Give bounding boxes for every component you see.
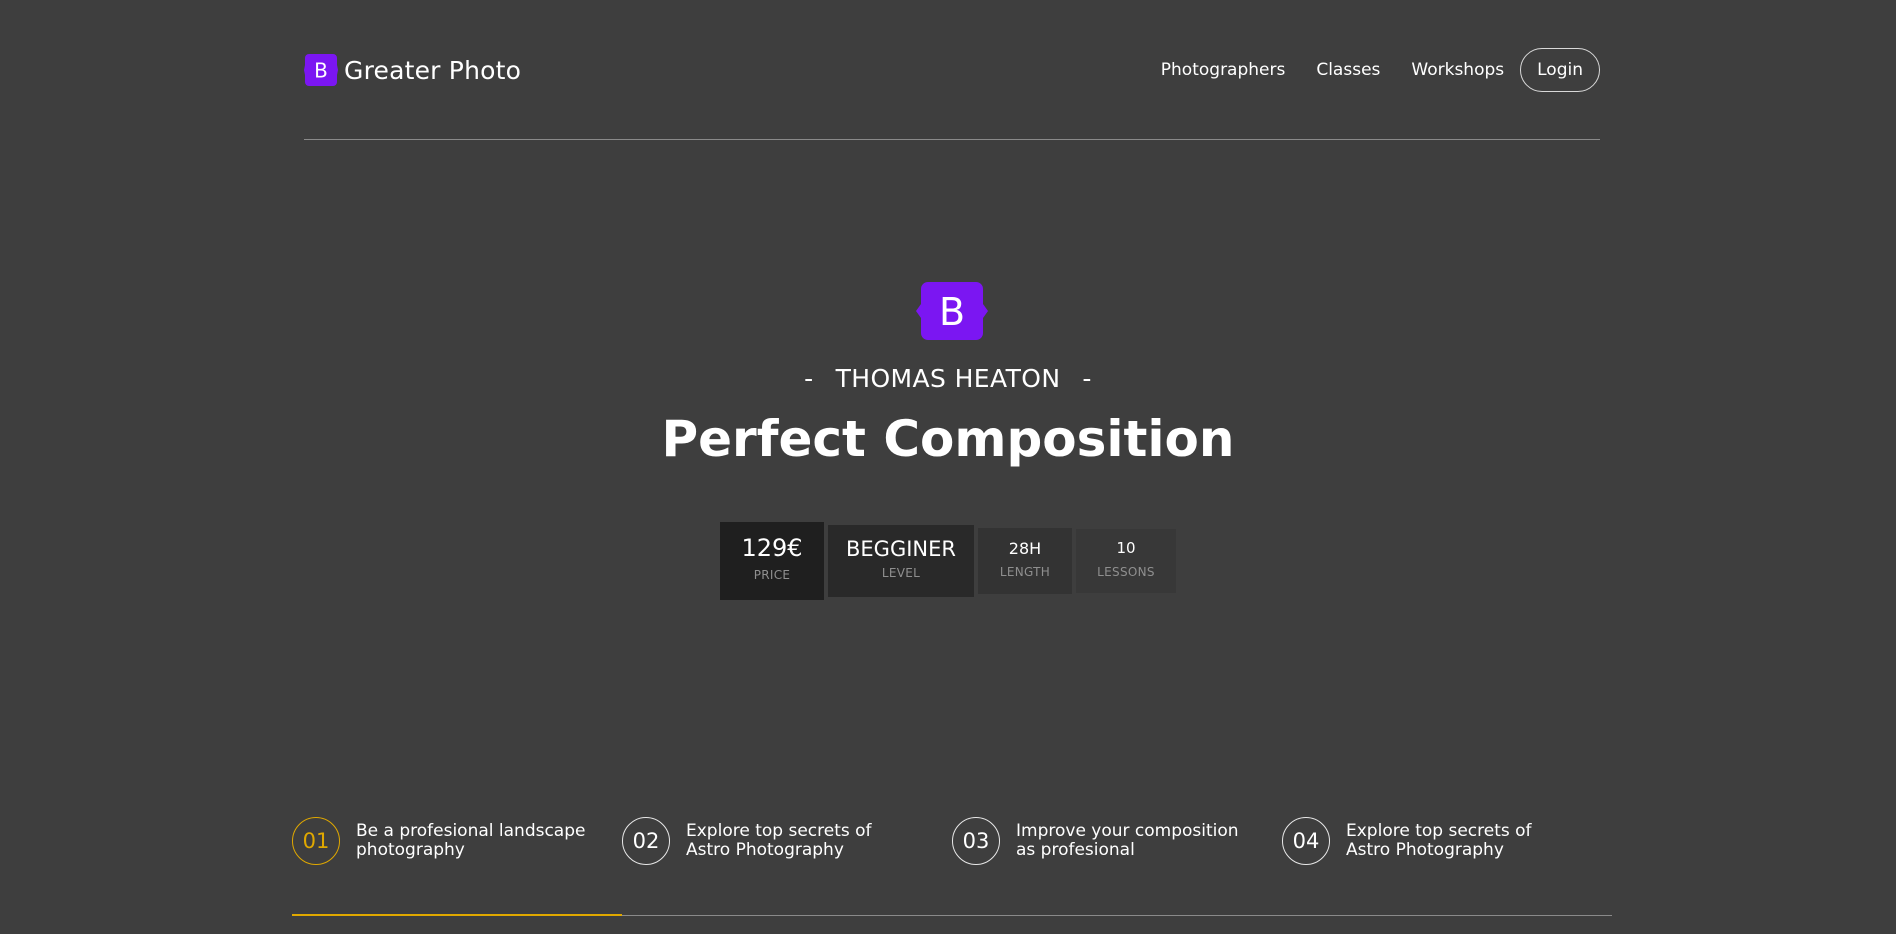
- nav-link-classes[interactable]: Classes: [1316, 60, 1380, 80]
- stat-length: 28H LENGTH: [978, 528, 1072, 594]
- step-number: 01: [292, 817, 340, 865]
- step-item-04[interactable]: 04 Explore top secrets of Astro Photogra…: [1282, 817, 1576, 865]
- author-line: - THOMAS HEATON -: [0, 364, 1896, 393]
- nav-link-workshops[interactable]: Workshops: [1411, 60, 1504, 80]
- step-item-03[interactable]: 03 Improve your composition as profesion…: [952, 817, 1246, 865]
- step-text: Explore top secrets of Astro Photography: [686, 821, 872, 860]
- course-stats: 129€ PRICE BEGGINER LEVEL 28H LENGTH 10 …: [0, 522, 1896, 600]
- step-item-02[interactable]: 02 Explore top secrets of Astro Photogra…: [622, 817, 916, 865]
- stat-price: 129€ PRICE: [720, 522, 824, 600]
- site-header: B Greater Photo Photographers Classes Wo…: [304, 48, 1600, 92]
- author-name: THOMAS HEATON: [835, 364, 1061, 393]
- stat-level: BEGGINER LEVEL: [828, 525, 974, 597]
- logo-letter: B: [314, 59, 328, 83]
- steps-progress-fill: [292, 914, 622, 916]
- stat-lessons: 10 LESSONS: [1076, 529, 1176, 593]
- stat-length-label: LENGTH: [999, 565, 1051, 579]
- step-number: 04: [1282, 817, 1330, 865]
- step-text: Be a profesional landscape photography: [356, 821, 586, 860]
- main-nav: Photographers Classes Workshops Login: [1161, 48, 1600, 92]
- hero-logo-letter: B: [939, 290, 965, 334]
- stat-lessons-label: LESSONS: [1097, 565, 1155, 579]
- page: B Greater Photo Photographers Classes Wo…: [0, 0, 1896, 934]
- nav-link-photographers[interactable]: Photographers: [1161, 60, 1286, 80]
- header-divider: [304, 139, 1600, 140]
- stat-price-label: PRICE: [753, 568, 791, 582]
- course-title: Perfect Composition: [661, 410, 1235, 468]
- stat-length-value: 28H: [1008, 539, 1042, 558]
- step-item-01[interactable]: 01 Be a profesional landscape photograph…: [292, 817, 586, 865]
- author-dash-right: -: [1082, 364, 1092, 393]
- hero-bootstrap-logo-icon: B: [916, 282, 988, 340]
- stat-price-value: 129€: [741, 534, 803, 562]
- bootstrap-logo-icon: B: [304, 54, 338, 86]
- login-button[interactable]: Login: [1520, 48, 1600, 92]
- step-text: Explore top secrets of Astro Photography: [1346, 821, 1532, 860]
- stat-level-value: BEGGINER: [846, 537, 956, 561]
- step-number: 03: [952, 817, 1000, 865]
- step-number: 02: [622, 817, 670, 865]
- stat-lessons-value: 10: [1116, 539, 1136, 557]
- step-text: Improve your composition as profesional: [1016, 821, 1239, 860]
- author-dash-left: -: [804, 364, 814, 393]
- stat-level-label: LEVEL: [881, 566, 921, 580]
- course-steps: 01 Be a profesional landscape photograph…: [292, 817, 1612, 869]
- brand-name: Greater Photo: [344, 55, 522, 85]
- brand-link[interactable]: B Greater Photo: [304, 54, 521, 86]
